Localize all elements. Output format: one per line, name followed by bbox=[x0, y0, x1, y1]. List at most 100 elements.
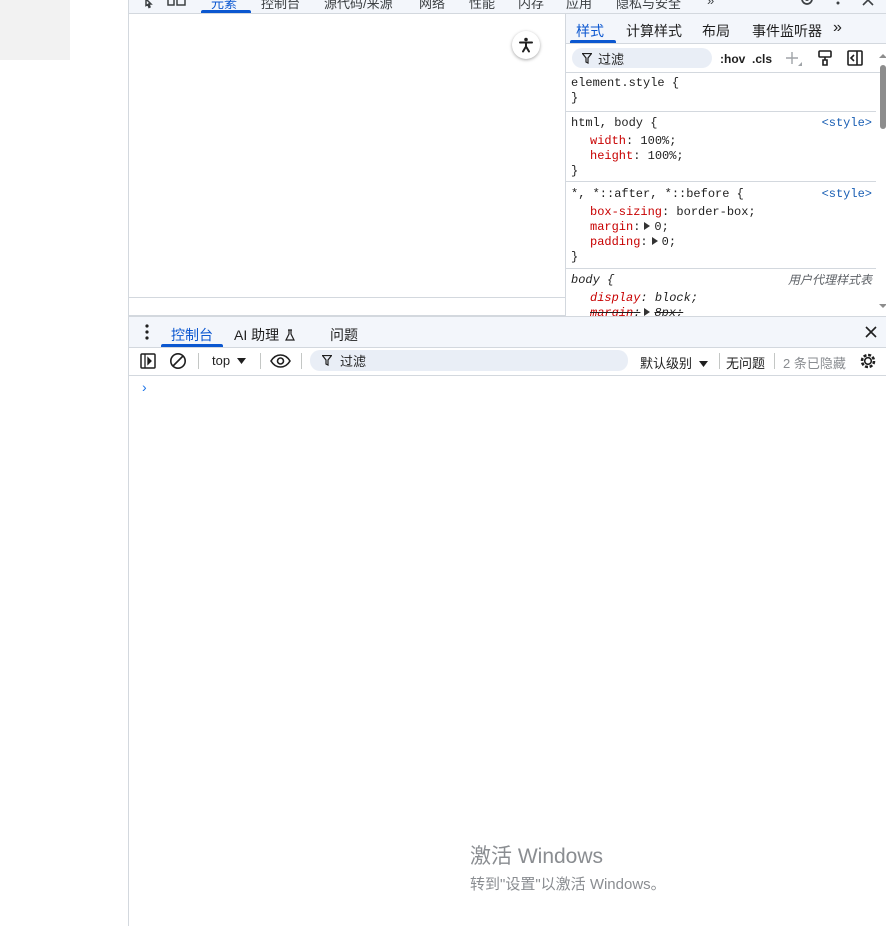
clear-icon[interactable] bbox=[169, 352, 187, 370]
gear-icon[interactable] bbox=[859, 352, 877, 370]
tab-sources[interactable]: 源代码/来源 bbox=[324, 0, 393, 12]
rule-selector: *, *::after, *::before { bbox=[571, 187, 744, 201]
add-icon[interactable] bbox=[785, 51, 803, 67]
log-levels-dropdown[interactable]: 默认级别 bbox=[640, 353, 708, 372]
css-rule-html-body: html, body { <style> width: 100%; height… bbox=[566, 116, 876, 182]
css-prop: margin bbox=[590, 220, 634, 234]
issues-count-button[interactable]: 无问题 bbox=[726, 353, 765, 372]
css-value: 0; bbox=[654, 220, 669, 234]
scroll-down-icon[interactable] bbox=[879, 303, 886, 309]
css-value: 100%; bbox=[647, 149, 684, 163]
sidebar-icon[interactable] bbox=[140, 353, 156, 369]
drawer-tab-ai-assistance[interactable]: AI 助理 bbox=[234, 325, 295, 345]
tab-more[interactable]: » bbox=[707, 0, 714, 8]
eye-icon[interactable] bbox=[270, 354, 291, 368]
scroll-up-icon[interactable] bbox=[879, 53, 886, 59]
css-rule-universal: *, *::after, *::before { <style> box-siz… bbox=[566, 187, 876, 269]
expand-triangle-icon[interactable] bbox=[644, 308, 651, 316]
tab-memory[interactable]: 内存 bbox=[518, 0, 544, 12]
css-declaration[interactable]: padding: 0; bbox=[566, 235, 876, 250]
css-rule-element-style: element.style { } bbox=[566, 76, 876, 112]
filter-icon bbox=[322, 355, 332, 366]
tab-computed[interactable]: 计算样式 bbox=[626, 21, 682, 41]
context-label: top bbox=[212, 353, 231, 368]
hidden-messages-count: 2 条已隐藏 bbox=[783, 356, 846, 371]
rule-source-link[interactable]: <style> bbox=[822, 187, 872, 202]
flask-icon bbox=[285, 329, 295, 341]
cls-toggle[interactable]: .cls bbox=[752, 52, 772, 66]
toolbar-separator bbox=[301, 353, 302, 369]
devtools-main-tabbar: 元素 控制台 源代码/来源 网络 性能 内存 应用 隐私与安全 » bbox=[129, 0, 886, 14]
sidebar-toggle-icon[interactable] bbox=[847, 50, 863, 66]
rule-selector: element.style { bbox=[571, 76, 680, 90]
styles-filter-placeholder: 过滤 bbox=[598, 51, 625, 67]
drawer-menu-icon[interactable] bbox=[145, 324, 149, 340]
active-tab-indicator bbox=[201, 10, 251, 13]
css-prop: box-sizing bbox=[590, 205, 663, 219]
console-filter-input[interactable]: 过滤 bbox=[310, 350, 628, 371]
log-levels-label: 默认级别 bbox=[640, 356, 693, 371]
css-value: block; bbox=[654, 291, 699, 305]
settings-icon[interactable] bbox=[799, 0, 815, 8]
hov-toggle[interactable]: :hov bbox=[720, 52, 745, 66]
css-declaration[interactable]: display: block; bbox=[566, 291, 876, 306]
devtools-panel: 元素 控制台 源代码/来源 网络 性能 内存 应用 隐私与安全 » 样式 计算样… bbox=[128, 0, 886, 926]
tab-layout[interactable]: 布局 bbox=[702, 21, 730, 41]
css-value: 8px; bbox=[654, 306, 684, 316]
css-prop: margin bbox=[590, 306, 634, 316]
more-vert-icon[interactable] bbox=[835, 0, 841, 9]
console-filter-placeholder: 过滤 bbox=[340, 354, 367, 369]
drawer-tabbar: 控制台 AI 助理 问题 bbox=[129, 316, 886, 348]
close-drawer-icon[interactable] bbox=[865, 326, 877, 338]
elements-tree-area bbox=[129, 14, 565, 298]
expand-triangle-icon[interactable] bbox=[644, 222, 651, 230]
rule-selector: body { bbox=[571, 273, 615, 287]
rule-source-link[interactable]: <style> bbox=[822, 116, 872, 131]
accessibility-icon bbox=[518, 37, 534, 53]
css-declaration[interactable]: box-sizing: border-box; bbox=[566, 205, 876, 220]
rule-selector: html, body { bbox=[571, 116, 658, 130]
inspect-icon[interactable] bbox=[138, 0, 154, 9]
tab-event-listeners[interactable]: 事件监听器 bbox=[752, 21, 822, 41]
rule-close: } bbox=[571, 164, 579, 178]
expand-triangle-icon[interactable] bbox=[651, 237, 658, 245]
tab-console[interactable]: 控制台 bbox=[261, 0, 300, 12]
tab-performance[interactable]: 性能 bbox=[469, 0, 495, 12]
chevron-down-icon bbox=[698, 361, 708, 367]
accessibility-button[interactable] bbox=[512, 31, 540, 59]
filter-icon bbox=[582, 52, 592, 64]
css-value: 100%; bbox=[640, 134, 677, 148]
css-prop: height bbox=[590, 149, 634, 163]
console-toolbar: top 过滤 默认级别 无问题 2 条已隐藏 bbox=[129, 347, 886, 376]
close-icon[interactable] bbox=[862, 0, 874, 7]
rule-close: } bbox=[571, 250, 579, 264]
drawer-tab-issues[interactable]: 问题 bbox=[330, 325, 358, 345]
css-declaration[interactable]: height: 100%; bbox=[566, 149, 876, 164]
css-prop: display bbox=[590, 291, 641, 305]
drawer-tab-console[interactable]: 控制台 bbox=[171, 325, 213, 345]
breadcrumb-bar bbox=[129, 298, 565, 316]
tab-network[interactable]: 网络 bbox=[419, 0, 445, 12]
tab-styles[interactable]: 样式 bbox=[576, 21, 604, 41]
styles-filter-input[interactable]: 过滤 bbox=[572, 48, 712, 68]
scrollbar-thumb[interactable] bbox=[880, 65, 886, 129]
context-selector[interactable]: top bbox=[212, 353, 246, 368]
tab-more-styles[interactable]: » bbox=[833, 19, 842, 37]
css-declaration[interactable]: margin: 0; bbox=[566, 220, 876, 235]
tab-privacy-security[interactable]: 隐私与安全 bbox=[616, 0, 681, 12]
css-declaration[interactable]: width: 100%; bbox=[566, 134, 876, 149]
device-icon[interactable] bbox=[167, 0, 187, 9]
css-declaration[interactable]: margin: 8px; bbox=[566, 306, 876, 316]
page-placeholder-block bbox=[0, 0, 70, 60]
tab-application[interactable]: 应用 bbox=[566, 0, 592, 12]
toolbar-separator bbox=[719, 353, 720, 369]
rule-close: } bbox=[571, 91, 579, 105]
styles-scrollbar[interactable] bbox=[879, 54, 886, 316]
user-agent-label: 用户代理样式表 bbox=[787, 273, 872, 287]
css-prop: width bbox=[590, 134, 627, 148]
styles-pane: 样式 计算样式 布局 事件监听器 » 过滤 :hov .cls element.… bbox=[565, 14, 886, 316]
console-prompt[interactable]: › bbox=[142, 379, 147, 395]
chevron-down-icon bbox=[236, 358, 246, 364]
css-rule-body-user-agent: body { 用户代理样式表 display: block; margin: 8p… bbox=[566, 273, 876, 316]
paint-icon[interactable] bbox=[818, 50, 832, 66]
